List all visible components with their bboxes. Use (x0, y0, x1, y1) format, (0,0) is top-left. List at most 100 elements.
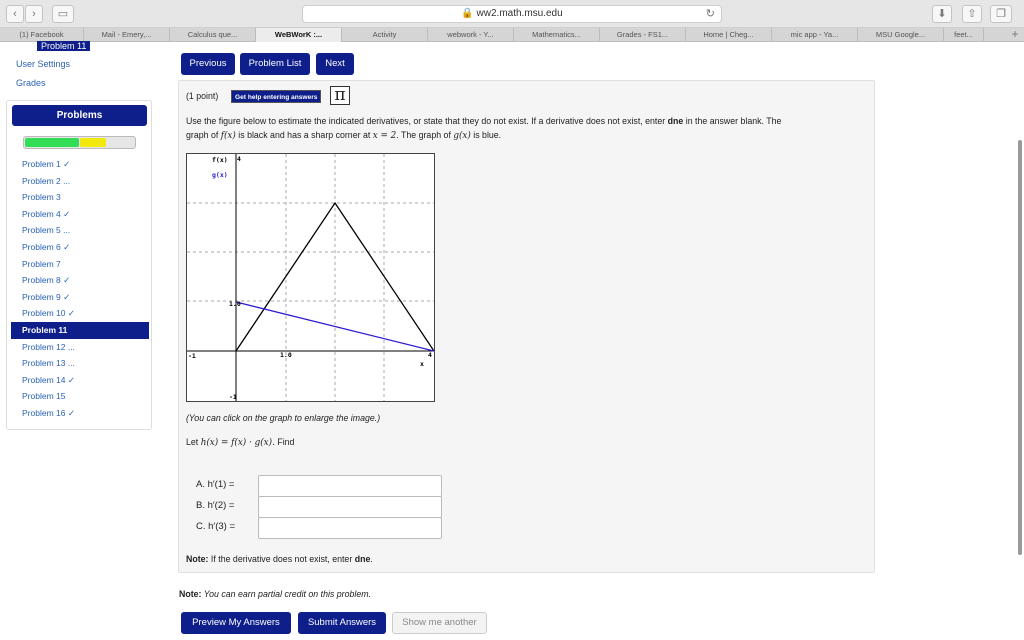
lock-icon: 🔒 (461, 8, 474, 19)
show-another-button[interactable]: Show me another (392, 612, 487, 634)
problem-list: Problem 1 ✓ Problem 2 ... Problem 3 Problem… (11, 156, 149, 422)
address-bar[interactable]: 🔒 ww2.math.msu.edu ↻ (302, 5, 722, 23)
enlarge-note: (You can click on the graph to enlarge t… (186, 413, 381, 423)
pi-icon[interactable]: π (330, 86, 350, 105)
math-x-equals-2: x = 2 (372, 131, 397, 141)
share-icon[interactable]: ⇧ (962, 5, 982, 23)
problem-list-item[interactable]: Problem 3 (11, 189, 149, 206)
browser-tab[interactable]: mic app - Ya... (772, 28, 858, 42)
instructions-text: . The graph of (396, 130, 454, 140)
url-text: ww2.math.msu.edu (476, 8, 563, 19)
tick-x-1: 1.0 (280, 351, 292, 359)
instructions-text: is blue. (470, 130, 502, 140)
problem-list-item[interactable]: Problem 10 ✓ (11, 305, 149, 322)
problems-panel: Problems Problem 1 ✓ Problem 2 ... Problem… (6, 100, 152, 430)
browser-tab[interactable]: Mail - Emery,... (84, 28, 170, 42)
math-fx: f(x) (220, 131, 236, 141)
problem-list-item[interactable]: Problem 15 (11, 388, 149, 405)
browser-tab[interactable]: WeBWorK :... (256, 28, 342, 42)
browser-tab[interactable]: webwork - Y... (428, 28, 514, 42)
problem-list-item[interactable]: Problem 13 ... (11, 355, 149, 372)
note-dne: dne (354, 554, 371, 564)
grid-lines (187, 154, 434, 401)
user-settings-link[interactable]: User Settings (16, 59, 70, 69)
answer-input[interactable] (258, 496, 442, 518)
instructions-text: is black and has a sharp corner at (235, 130, 373, 140)
problem-list-item[interactable]: Problem 4 ✓ (11, 206, 149, 223)
problem-list-item[interactable]: Problem 9 ✓ (11, 289, 149, 306)
answer-input[interactable] (258, 517, 442, 539)
problem-panel: (1 point) Get help entering answers π Us… (178, 80, 875, 573)
submit-answers-button[interactable]: Submit Answers (298, 612, 386, 634)
label-g: g(x) (212, 171, 228, 179)
graph-svg: f(x) g(x) 4 1.0 1.0 4 x -1 -1 (187, 154, 435, 401)
problem-list-item[interactable]: Problem 12 ... (11, 339, 149, 356)
reload-icon[interactable]: ↻ (706, 6, 715, 22)
forward-icon[interactable]: › (25, 5, 43, 23)
g-curve (235, 301, 435, 352)
label-f: f(x) (212, 156, 228, 164)
answer-input[interactable] (258, 475, 442, 497)
problem-list-button[interactable]: Problem List (240, 53, 310, 75)
let-text: Let (186, 437, 201, 447)
partial-credit-note: Note: You can earn partial credit on thi… (179, 589, 371, 599)
scrollbar[interactable] (1018, 140, 1022, 555)
problem-list-item[interactable]: Problem 7 (11, 256, 149, 273)
instructions-text: Use the figure below to estimate the ind… (186, 116, 668, 126)
function-graph[interactable]: f(x) g(x) 4 1.0 1.0 4 x -1 -1 (186, 153, 435, 402)
browser-tab[interactable]: Activity (342, 28, 428, 42)
note-label: Note: (186, 554, 209, 564)
let-statement: Let h(x) = f(x) · g(x). Find (186, 437, 294, 448)
browser-tab[interactable]: Grades - FS1... (600, 28, 686, 42)
instructions-text-end: in the answer blank. The (683, 116, 782, 126)
points-label: (1 point) (186, 91, 219, 101)
help-button[interactable]: Get help entering answers (231, 90, 322, 103)
next-button[interactable]: Next (316, 53, 354, 75)
answer-label: A. h′(1) = (196, 479, 235, 490)
problem-list-item[interactable]: Problem 1 ✓ (11, 156, 149, 173)
tabs-overview-icon[interactable]: ❐ (990, 5, 1012, 23)
new-tab-icon[interactable]: + (1006, 28, 1024, 42)
progress-bar (23, 136, 136, 149)
problem-list-item[interactable]: Problem 16 ✓ (11, 405, 149, 422)
problems-header: Problems (12, 105, 147, 126)
preview-answers-button[interactable]: Preview My Answers (181, 612, 291, 634)
previous-button[interactable]: Previous (181, 53, 235, 75)
browser-tab[interactable]: feet... (944, 28, 984, 42)
dne-note: Note: If the derivative does not exist, … (186, 554, 373, 564)
progress-complete (25, 138, 79, 147)
problem-list-item[interactable]: Problem 11 (11, 321, 149, 339)
note-text: If the derivative does not exist, enter (208, 554, 355, 564)
browser-tab[interactable]: (1) Facebook (0, 28, 84, 42)
problem-list-item[interactable]: Problem 8 ✓ (11, 272, 149, 289)
partial-text: You can earn partial credit on this prob… (201, 589, 372, 599)
back-icon[interactable]: ‹ (6, 5, 24, 23)
problem-list-item[interactable]: Problem 14 ✓ (11, 372, 149, 389)
browser-tab[interactable]: Calculus que... (170, 28, 256, 42)
answer-label: C. h′(3) = (196, 521, 236, 532)
current-problem-label: Problem 11 (37, 41, 91, 51)
tick-y-top: 4 (237, 155, 241, 163)
grades-link[interactable]: Grades (16, 78, 46, 88)
browser-toolbar: ‹ › ▭ 🔒 ww2.math.msu.edu ↻ ⬇ ⇧ ❐ (0, 0, 1024, 28)
problem-list-item[interactable]: Problem 6 ✓ (11, 239, 149, 256)
tab-bar: (1) Facebook Mail - Emery,... Calculus que… (0, 28, 1024, 42)
browser-tab[interactable]: Home | Cheg... (686, 28, 772, 42)
instructions-line-2: graph of f(x) is black and has a sharp c… (186, 130, 501, 141)
progress-partial (80, 138, 106, 147)
partial-label: Note: (179, 589, 202, 599)
problem-list-item[interactable]: Problem 5 ... (11, 222, 149, 239)
problem-list-item[interactable]: Problem 2 ... (11, 173, 149, 190)
find-text: Find (274, 437, 295, 447)
browser-tab[interactable]: MSU Google... (858, 28, 944, 42)
browser-tab[interactable]: Mathematics... (514, 28, 600, 42)
tick-x-left: -1 (188, 352, 196, 360)
tick-y-1: 1.0 (229, 300, 241, 308)
download-icon[interactable]: ⬇ (932, 5, 952, 23)
note-end: . (370, 554, 373, 564)
sidebar-toggle-icon[interactable]: ▭ (52, 5, 74, 23)
instructions-dne: dne (667, 116, 684, 126)
math-h-definition: h(x) = f(x) · g(x). (200, 438, 275, 448)
tick-y-bottom: -1 (229, 393, 237, 401)
label-x: x (420, 360, 424, 368)
